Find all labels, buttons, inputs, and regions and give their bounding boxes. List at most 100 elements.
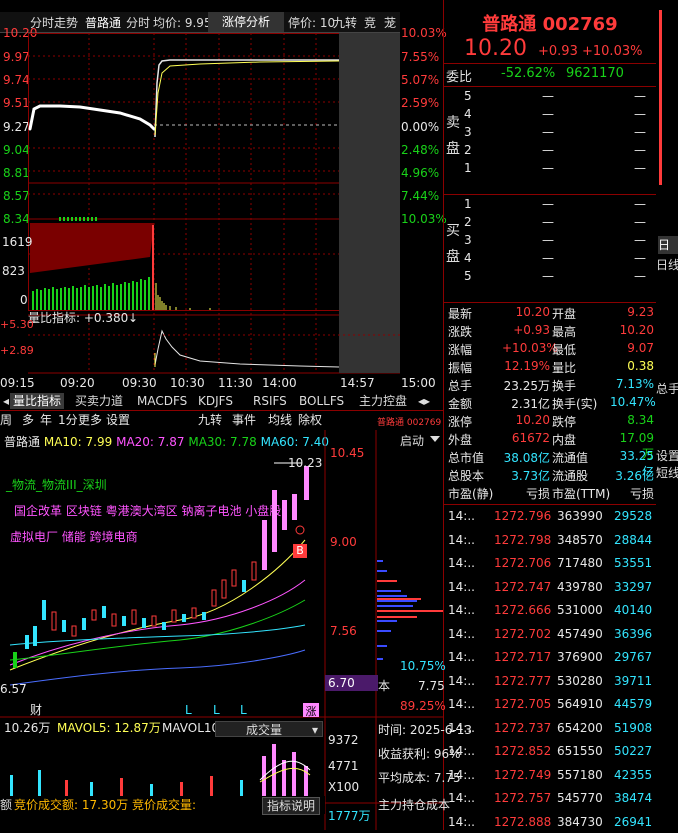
cyq-title: 普路通 002769	[377, 418, 442, 428]
dropdown-icon: ▾	[311, 723, 318, 737]
cyq-cost-value: 7.75	[418, 679, 445, 693]
auction-amount: 竞价成交额: 17.30万	[14, 798, 129, 812]
kline-menu-item[interactable]: 事件	[232, 413, 256, 427]
tab-timeshare[interactable]: 分时	[126, 14, 150, 31]
tick-volume: 457490	[557, 626, 603, 641]
tick-row[interactable]: 14:.. 1272.717 376900 29767	[448, 646, 653, 668]
marker-zhang[interactable]: 涨	[303, 703, 319, 718]
tick-row[interactable]: 14:.. 1272.749 557180 42355	[448, 764, 653, 786]
tick-row[interactable]: 14:.. 1272.666 531000 40140	[448, 599, 653, 621]
tick-price: 1272.747	[494, 579, 552, 594]
tick-volume: 363990	[557, 509, 603, 523]
stock-price-row: 10.20 +0.93 +10.03%	[464, 36, 664, 62]
tab-zhuli[interactable]: 主力控盘	[356, 393, 410, 409]
current-price-box: 6.70	[325, 675, 378, 691]
quote-value: 3.73亿	[511, 469, 550, 483]
marker-l2[interactable]: L	[213, 703, 220, 717]
tick-row[interactable]: 14:.. 1272.702 457490 36396	[448, 623, 652, 645]
buy-level[interactable]: 2 — —	[464, 214, 664, 232]
tab-kdjfs[interactable]: KDJFS	[195, 393, 236, 409]
kline-menu-item[interactable]: 多	[22, 413, 34, 427]
kline-menu-item[interactable]: 均线	[268, 413, 292, 427]
tick-row[interactable]: 14:.. 1272.777 530280 39711	[448, 670, 652, 692]
tick-row[interactable]: 14:.. 1272.796 363990 29528	[448, 505, 652, 527]
tab-macdfs[interactable]: MACDFS	[134, 393, 190, 409]
quote-value: 23.25万	[503, 379, 550, 393]
quote-value: 0.38	[627, 359, 654, 373]
side-settings[interactable]: 设置	[656, 449, 678, 463]
side-dayline[interactable]: 日线	[656, 258, 678, 272]
quote-value: 12.19%	[504, 359, 550, 373]
level-num: 5	[464, 89, 472, 103]
kline-menu-item[interactable]: 周	[0, 413, 12, 427]
nine-turn-button[interactable]: 九转	[333, 14, 357, 31]
liangbi-arrow-icon[interactable]: ↓	[128, 311, 138, 325]
level-price: —	[542, 89, 554, 103]
sell-level[interactable]: 5 — —	[464, 88, 664, 106]
tick-time: 14:..	[448, 673, 475, 688]
tick-row[interactable]: 14:.. 1272.852 651550 50227	[448, 740, 652, 762]
tick-time: 14:..	[448, 791, 475, 805]
tick-row[interactable]: 14:.. 1272.705 564910 44579	[448, 693, 652, 715]
marker-cai[interactable]: 财	[30, 703, 42, 717]
tick-volume: 564910	[557, 697, 603, 711]
tick-row[interactable]: 14:.. 1272.757 545770 38474	[448, 787, 652, 809]
level-price: —	[542, 251, 554, 265]
sell-level[interactable]: 4 — —	[464, 106, 664, 124]
quote-label: 总股本	[448, 469, 485, 483]
tick-count: 40140	[614, 603, 653, 617]
quote-label: 最低	[552, 343, 577, 357]
marker-l1[interactable]: L	[185, 703, 192, 717]
cyq-start-button[interactable]: 启动	[400, 434, 424, 448]
kline-menu-item[interactable]: 年	[40, 413, 52, 427]
tab-liangbi[interactable]: 量比指标	[10, 393, 65, 409]
buy-level[interactable]: 5 — —	[464, 268, 664, 286]
limit-up-analysis-button[interactable]: 涨停分析	[208, 12, 284, 32]
tick-time: 14:..	[448, 650, 475, 664]
tick-volume: 531000	[557, 603, 603, 617]
avg-price-label: 均价: 9.95	[153, 16, 212, 30]
cyq-dropdown-icon[interactable]	[430, 436, 440, 442]
kline-menu-item[interactable]: 更多	[78, 413, 102, 427]
long-button[interactable]: 茏	[384, 14, 396, 31]
tab-scroll-icon[interactable]: ◂▸	[415, 393, 433, 409]
side-shortline[interactable]: 短线	[656, 466, 678, 480]
stock-change: +0.93	[538, 44, 578, 59]
tick-price: 1272.702	[494, 626, 552, 641]
kline-low-label: 6.57	[0, 682, 27, 696]
buy-level[interactable]: 3 — —	[464, 232, 664, 250]
kline-menu-item[interactable]: 九转	[198, 413, 222, 427]
stock-name-tab[interactable]: 普路通	[85, 14, 121, 31]
auction-button[interactable]: 竞	[364, 14, 376, 31]
tick-row[interactable]: 14:.. 1272.737 654200 51908	[448, 717, 652, 739]
tab-bollfs[interactable]: BOLLFS	[296, 393, 347, 409]
side-day-tab[interactable]: 日	[658, 236, 678, 254]
buy-signal-icon[interactable]: B	[293, 544, 307, 558]
level-volume: —	[634, 107, 646, 121]
tick-row[interactable]: 14:.. 1272.706 717480 53551	[448, 552, 652, 574]
buy-level[interactable]: 1 — —	[464, 196, 664, 214]
sell-level[interactable]: 2 — —	[464, 142, 664, 160]
tick-count: 42355	[614, 767, 653, 782]
indicator-select[interactable]: 成交量 ▾	[215, 721, 323, 737]
tick-price: 1272.796	[494, 509, 552, 523]
quote-label: 最高	[552, 325, 577, 339]
tick-time: 14:..	[448, 697, 475, 711]
tab-rsifs[interactable]: RSIFS	[250, 393, 290, 409]
sell-level[interactable]: 3 — —	[464, 124, 664, 142]
tick-row[interactable]: 14:.. 1272.888 384730 26941	[448, 811, 652, 833]
tick-row[interactable]: 14:.. 1272.798 348570 28844	[448, 529, 652, 551]
level-num: 2	[464, 215, 472, 229]
marker-l3[interactable]: L	[240, 703, 247, 717]
kline-menu-item[interactable]: 设置	[106, 413, 130, 427]
kline-menu-item[interactable]: 除权	[298, 413, 322, 427]
sell-level[interactable]: 1 — —	[464, 160, 664, 178]
kline-menu-item[interactable]: 1分	[58, 413, 78, 427]
indicator-help-button[interactable]: 指标说明	[262, 797, 320, 815]
tab-maimai[interactable]: 买卖力道	[72, 393, 126, 409]
tick-row[interactable]: 14:.. 1272.747 439780 33297	[448, 576, 652, 598]
tick-count: 29767	[614, 650, 653, 664]
time-tick-0: 09:15	[0, 376, 35, 390]
buy-level[interactable]: 4 — —	[464, 250, 664, 268]
level-num: 4	[464, 251, 472, 265]
